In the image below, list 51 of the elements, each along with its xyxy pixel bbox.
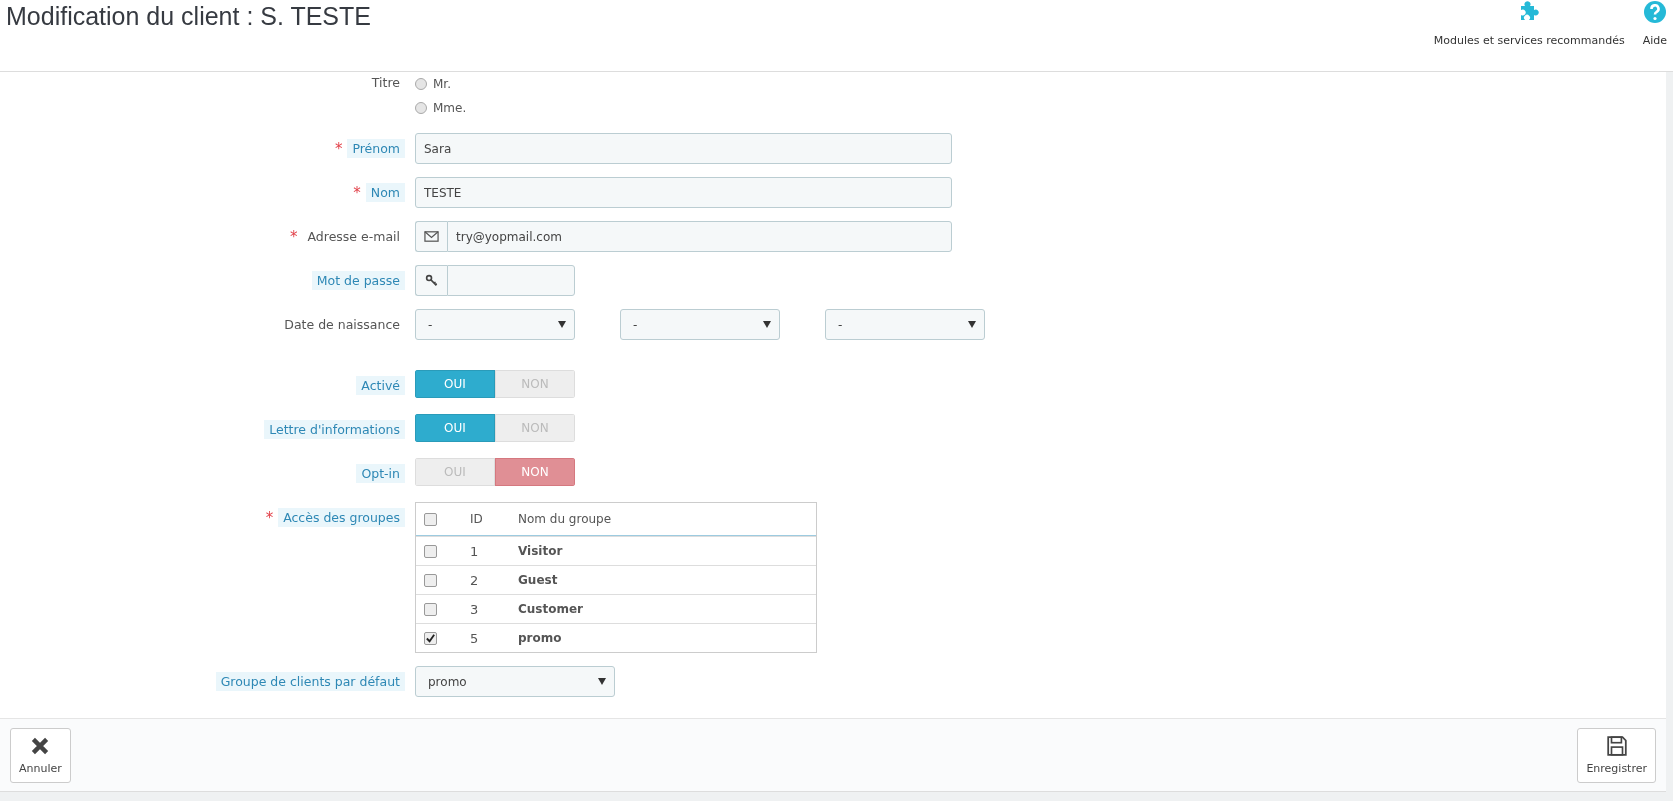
toolbar-link[interactable]: Aide: [1642, 0, 1667, 47]
required-asterisk: *: [265, 508, 274, 527]
radio-option[interactable]: Mme.: [415, 96, 1666, 120]
field-label: Groupe de clients par défaut: [215, 672, 405, 691]
table-cell: Visitor: [518, 544, 563, 558]
caret-icon: [558, 321, 566, 328]
required-asterisk: *: [334, 139, 343, 158]
envelope-icon: [424, 230, 439, 243]
table-cell: promo: [518, 631, 562, 645]
text-field[interactable]: TESTE: [415, 177, 952, 208]
text-field[interactable]: Sara: [415, 133, 952, 164]
save-button[interactable]: Enregistrer: [1577, 727, 1656, 783]
column-header: Nom du groupe: [518, 512, 612, 526]
checkbox[interactable]: [424, 602, 437, 616]
checkbox[interactable]: [424, 573, 437, 587]
table-cell-text: 1: [470, 543, 480, 559]
radio-option[interactable]: Mr.: [415, 72, 1666, 96]
caret-icon: [763, 321, 771, 328]
field-label: Nom: [365, 183, 405, 202]
caret-icon: [968, 321, 976, 328]
checkbox[interactable]: [424, 544, 437, 558]
checkbox[interactable]: [424, 631, 437, 645]
checkbox[interactable]: [424, 512, 437, 526]
column-header: ID: [470, 512, 484, 526]
field-label: Prénom: [347, 139, 405, 158]
table-cell: Customer: [518, 602, 584, 616]
field-label: Mot de passe: [311, 271, 405, 290]
field-label: Accès des groupes: [278, 508, 405, 527]
table-cell-text: 3: [470, 601, 480, 617]
table-cell-text: 2: [470, 572, 480, 588]
toolbar-link[interactable]: Modules et services recommandés: [1433, 0, 1625, 47]
email-field[interactable]: try@yopmail.com: [447, 221, 952, 252]
key-icon: [424, 274, 439, 287]
table-cell: Guest: [518, 573, 558, 587]
field-label: Opt-in: [356, 464, 405, 483]
field-label: Titre: [370, 73, 401, 92]
caret-icon: [598, 678, 606, 685]
field-label: Adresse e-mail: [306, 228, 401, 246]
required-asterisk: *: [290, 227, 298, 246]
cancel-button[interactable]: Annuler: [10, 727, 71, 783]
field-label: Activé: [356, 376, 405, 395]
password-field[interactable]: [447, 265, 575, 296]
field-label: Lettre d'informations: [264, 420, 405, 439]
group-select[interactable]: promo: [415, 666, 615, 697]
page-title: Modification du client : S. TESTE: [5, 1, 372, 32]
date-select[interactable]: -: [415, 309, 575, 340]
required-asterisk: *: [353, 183, 361, 202]
field-label: Date de naissance: [283, 316, 401, 334]
date-select[interactable]: -: [825, 309, 985, 340]
table-cell-text: 5: [470, 630, 480, 646]
date-select[interactable]: -: [620, 309, 780, 340]
